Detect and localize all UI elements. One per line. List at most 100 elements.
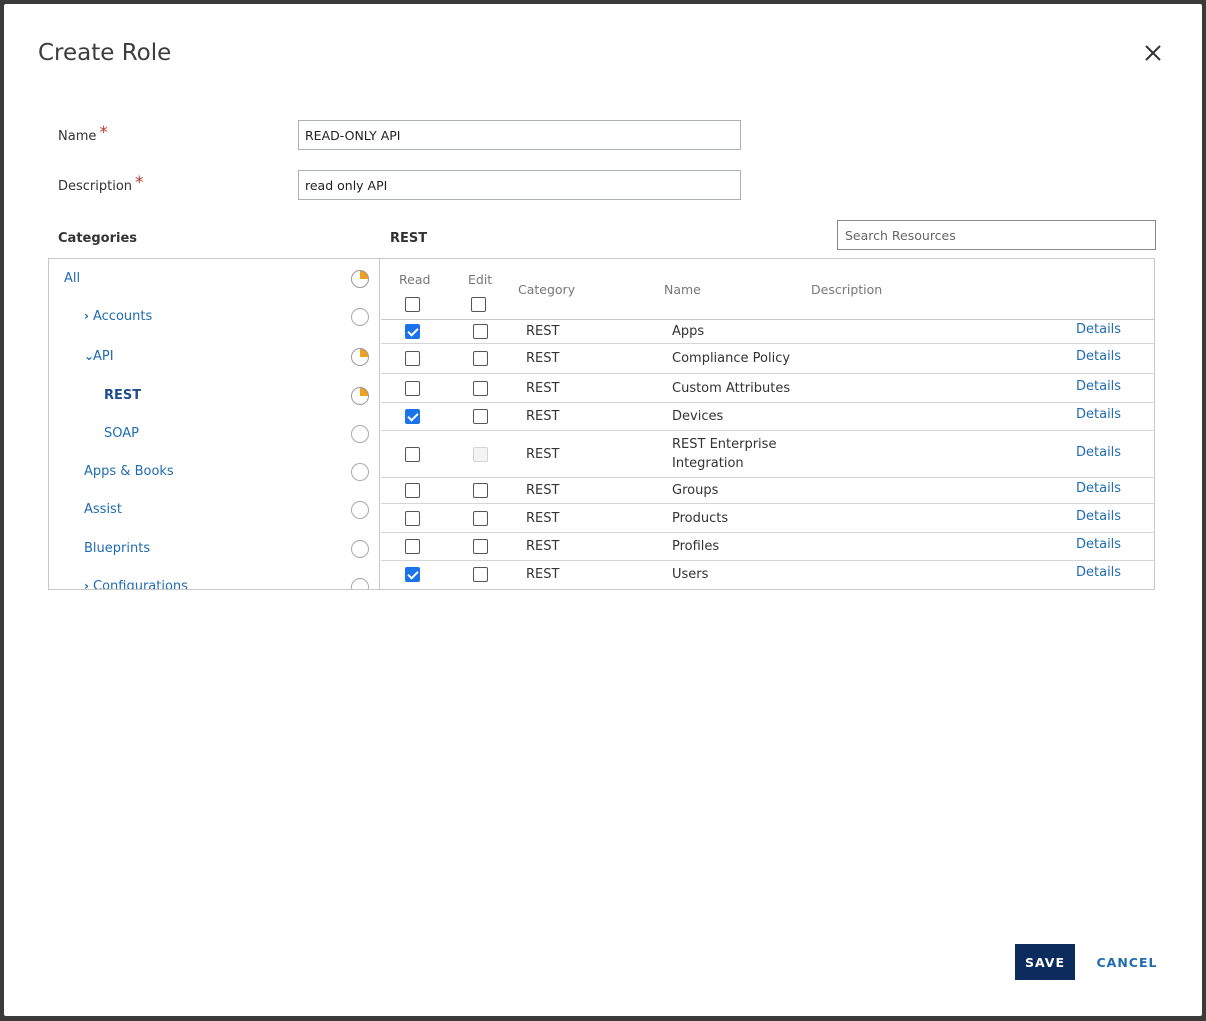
edit-checkbox[interactable]: [473, 483, 488, 498]
category-label: SOAP: [104, 426, 139, 441]
details-link[interactable]: Details: [1076, 379, 1121, 394]
description-input[interactable]: [298, 170, 741, 200]
category-label: › Accounts: [84, 309, 152, 324]
categories-heading: Categories: [58, 231, 138, 246]
row-name: Devices: [672, 407, 723, 426]
resources-heading: REST: [390, 231, 428, 246]
category-text: All: [64, 271, 81, 286]
dialog-title: Create Role: [38, 40, 172, 66]
edit-checkbox[interactable]: [473, 324, 488, 339]
chevron-right-icon[interactable]: ›: [84, 309, 93, 323]
row-category: REST: [526, 324, 560, 339]
read-checkbox[interactable]: [405, 567, 420, 582]
chevron-right-icon[interactable]: ›: [84, 579, 93, 589]
category-item[interactable]: All: [49, 267, 379, 291]
category-text: Apps & Books: [84, 464, 174, 479]
read-checkbox[interactable]: [405, 511, 420, 526]
selection-indicator[interactable]: [351, 540, 369, 558]
row-name: Profiles: [672, 537, 719, 556]
partial-selection-indicator[interactable]: [351, 387, 369, 405]
close-icon[interactable]: [1143, 43, 1163, 63]
category-item[interactable]: Assist: [49, 498, 379, 522]
selection-indicator[interactable]: [351, 578, 369, 589]
row-name: Apps: [672, 322, 704, 341]
edit-checkbox[interactable]: [473, 409, 488, 424]
select-all-read-checkbox[interactable]: [405, 297, 420, 312]
category-label: Apps & Books: [84, 464, 174, 479]
column-name: Name: [664, 282, 701, 297]
resources-table: Read Edit Category Name Description REST…: [381, 259, 1155, 589]
name-input[interactable]: [298, 120, 741, 150]
selection-indicator[interactable]: [351, 463, 369, 481]
row-category: REST: [526, 567, 560, 582]
read-checkbox[interactable]: [405, 539, 420, 554]
details-link[interactable]: Details: [1076, 407, 1121, 422]
row-name: Custom Attributes: [672, 379, 790, 398]
category-item[interactable]: ⌄API: [49, 345, 379, 369]
edit-checkbox[interactable]: [473, 567, 488, 582]
categories-tree[interactable]: All › Accounts ⌄API REST SOAP Apps & Books Assi…: [49, 259, 380, 589]
chevron-down-icon[interactable]: ⌄: [84, 349, 94, 363]
edit-checkbox[interactable]: [473, 381, 488, 396]
category-item[interactable]: Blueprints: [49, 537, 379, 561]
row-name-line: Integration: [672, 456, 744, 471]
row-name: Products: [672, 509, 728, 528]
edit-checkbox: [473, 447, 488, 462]
row-category: REST: [526, 409, 560, 424]
search-resources-input[interactable]: [837, 220, 1156, 250]
name-label: Name *: [58, 123, 108, 144]
table-row: REST Custom Attributes Details: [381, 374, 1155, 403]
save-button[interactable]: SAVE: [1015, 944, 1075, 980]
details-link[interactable]: Details: [1076, 445, 1121, 460]
category-text: REST: [104, 388, 142, 403]
read-checkbox[interactable]: [405, 409, 420, 424]
table-row: REST Products Details: [381, 504, 1155, 533]
row-name-line: Products: [672, 511, 729, 526]
row-category: REST: [526, 539, 560, 554]
read-checkbox[interactable]: [405, 351, 420, 366]
row-name: Users: [672, 565, 708, 584]
partial-selection-indicator[interactable]: [351, 270, 369, 288]
details-link[interactable]: Details: [1076, 322, 1121, 337]
row-name-line: Users: [672, 567, 709, 582]
category-label: All: [64, 271, 80, 286]
category-item[interactable]: › Accounts: [49, 305, 379, 329]
cancel-button[interactable]: CANCEL: [1092, 944, 1162, 980]
select-all-edit-checkbox[interactable]: [471, 297, 486, 312]
category-item[interactable]: REST: [49, 384, 379, 408]
read-checkbox[interactable]: [405, 324, 420, 339]
selection-indicator[interactable]: [351, 501, 369, 519]
read-checkbox[interactable]: [405, 381, 420, 396]
row-category: REST: [526, 511, 560, 526]
create-role-dialog: Create Role Name* Description* Categorie…: [4, 4, 1202, 1016]
description-label: Description *: [58, 173, 144, 194]
category-item[interactable]: Apps & Books: [49, 460, 379, 484]
selection-indicator[interactable]: [351, 308, 369, 326]
row-name-line: REST Enterprise: [672, 437, 777, 452]
category-text: Configurations: [93, 579, 188, 589]
category-item[interactable]: SOAP: [49, 422, 379, 446]
edit-checkbox[interactable]: [473, 351, 488, 366]
row-name-line: Compliance Policy: [672, 351, 791, 366]
selection-indicator[interactable]: [351, 425, 369, 443]
read-checkbox[interactable]: [405, 447, 420, 462]
category-item[interactable]: › Configurations: [49, 575, 379, 589]
category-text: Accounts: [93, 309, 153, 324]
row-category: REST: [526, 447, 560, 462]
row-name: Groups: [672, 481, 718, 500]
required-marker: *: [99, 123, 108, 143]
read-checkbox[interactable]: [405, 483, 420, 498]
table-row: REST Apps Details: [381, 320, 1155, 344]
category-label: ⌄API: [84, 349, 114, 364]
edit-checkbox[interactable]: [473, 539, 488, 554]
column-edit: Edit: [468, 272, 493, 287]
partial-selection-indicator[interactable]: [351, 348, 369, 366]
details-link[interactable]: Details: [1076, 509, 1121, 524]
details-link[interactable]: Details: [1076, 537, 1121, 552]
edit-checkbox[interactable]: [473, 511, 488, 526]
details-link[interactable]: Details: [1076, 565, 1121, 580]
details-link[interactable]: Details: [1076, 481, 1121, 496]
details-link[interactable]: Details: [1076, 349, 1121, 364]
column-description: Description: [811, 282, 883, 297]
table-row: REST Profiles Details: [381, 533, 1155, 561]
